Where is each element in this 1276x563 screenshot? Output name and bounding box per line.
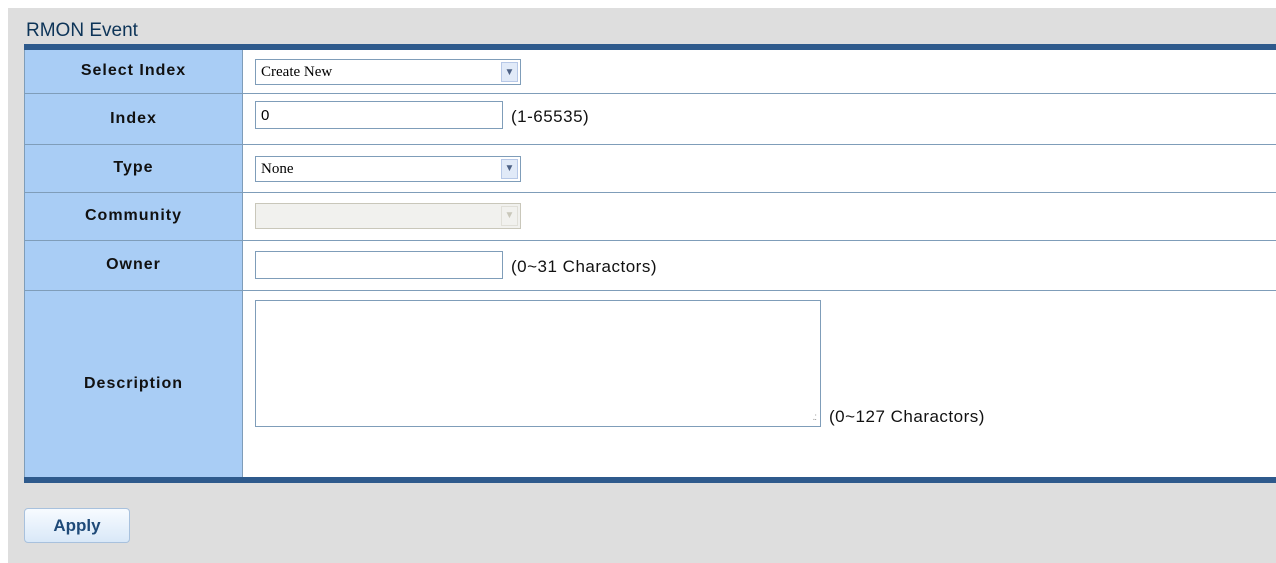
description-length-hint: (0~127 Charactors) — [829, 406, 985, 426]
description-cell: .: (0~127 Charactors) — [242, 289, 1276, 477]
type-label: Type — [24, 143, 243, 193]
chevron-down-icon[interactable]: ▼ — [501, 62, 518, 82]
type-cell: None ▼ — [242, 143, 1276, 193]
owner-cell: (0~31 Charactors) — [242, 239, 1276, 291]
community-dropdown[interactable]: ▼ — [255, 202, 521, 229]
chevron-down-icon[interactable]: ▼ — [501, 205, 518, 226]
index-label: Index — [24, 92, 243, 145]
index-cell: 0 (1-65535) — [242, 92, 1276, 145]
owner-label: Owner — [24, 239, 243, 291]
chevron-down-icon[interactable]: ▼ — [501, 158, 518, 179]
select-index-dropdown[interactable]: Create New ▼ — [255, 59, 521, 85]
rmon-event-form: Select Index Create New ▼ Index 0 (1-655… — [24, 44, 1276, 483]
select-index-cell: Create New ▼ — [242, 50, 1276, 94]
owner-input[interactable] — [255, 250, 503, 279]
type-value: None — [261, 160, 294, 177]
form-table: Select Index Create New ▼ Index 0 (1-655… — [24, 50, 1276, 477]
description-textarea[interactable]: .: — [255, 299, 821, 427]
owner-length-hint: (0~31 Charactors) — [511, 256, 657, 276]
index-range-hint: (1-65535) — [511, 106, 590, 126]
page-title: RMON Event — [26, 20, 138, 41]
description-label: Description — [24, 289, 243, 477]
community-cell: ▼ — [242, 191, 1276, 241]
page: RMON Event Select Index Create New ▼ Ind… — [8, 8, 1276, 563]
index-input[interactable]: 0 — [255, 100, 503, 129]
community-label: Community — [24, 191, 243, 241]
select-index-value: Create New — [261, 64, 333, 80]
select-index-label: Select Index — [24, 50, 243, 94]
resize-grip-icon[interactable]: .: — [812, 412, 816, 423]
type-dropdown[interactable]: None ▼ — [255, 155, 521, 182]
apply-button[interactable]: Apply — [24, 508, 130, 543]
